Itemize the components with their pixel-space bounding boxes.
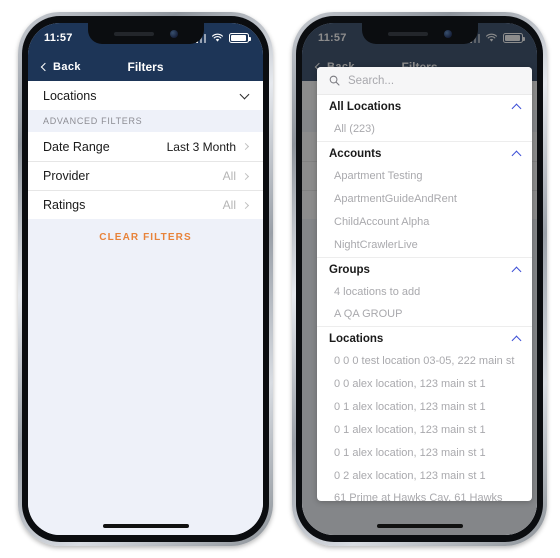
list-item[interactable]: 0 1 alex location, 123 main st 1 — [317, 419, 532, 442]
group-header-all-locations[interactable]: All Locations — [317, 95, 532, 118]
filter-row-date-range[interactable]: Date Range Last 3 Month — [28, 132, 263, 161]
right-phone-screen: 11:57 Back — [302, 23, 537, 535]
list-item[interactable]: Apartment Testing — [317, 165, 532, 188]
filter-value: Last 3 Month — [166, 139, 236, 154]
group-header-locations[interactable]: Locations — [317, 326, 532, 350]
notch — [361, 23, 478, 44]
list-item[interactable]: 0 2 alex location, 123 main st 1 — [317, 465, 532, 488]
locations-dropdown-label: Locations — [43, 88, 97, 103]
list-item[interactable]: 0 0 alex location, 123 main st 1 — [317, 373, 532, 396]
front-camera-icon — [169, 29, 178, 38]
chevron-up-icon — [511, 150, 522, 161]
filter-row-provider[interactable]: Provider All — [28, 161, 263, 190]
list-item[interactable]: ChildAccount Alpha — [317, 211, 532, 234]
chevron-left-icon — [40, 62, 50, 72]
clear-filters-button[interactable]: CLEAR FILTERS — [99, 232, 191, 243]
list-item[interactable]: 61 Prime at Hawks Cay, 61 Hawks Cay Boul… — [317, 487, 532, 501]
home-indicator — [102, 524, 189, 528]
group-title: Locations — [329, 333, 384, 346]
front-camera-icon — [443, 29, 452, 38]
list-item[interactable]: NightCrawlerLive — [317, 234, 532, 257]
search-input[interactable] — [348, 74, 520, 87]
back-button-label: Back — [53, 61, 81, 73]
left-phone-bezel: 11:57 Back Filters Locations ADVANCED FI… — [22, 16, 269, 542]
left-phone-screen: 11:57 Back Filters Locations ADVANCED FI… — [28, 23, 263, 535]
chevron-down-icon — [239, 89, 250, 99]
filter-label: Date Range — [43, 139, 110, 154]
filter-label: Provider — [43, 169, 90, 183]
list-item[interactable]: All (223) — [317, 118, 532, 141]
list-item[interactable]: 4 locations to add — [317, 281, 532, 304]
chevron-up-icon — [511, 266, 522, 277]
home-indicator — [376, 524, 463, 528]
advanced-filters-header: ADVANCED FILTERS — [28, 110, 263, 132]
battery-icon — [229, 33, 251, 43]
filter-value: All — [222, 169, 236, 183]
group-title: All Locations — [329, 101, 402, 114]
clear-filters-wrap: CLEAR FILTERS — [28, 219, 263, 243]
back-button[interactable]: Back — [40, 61, 81, 73]
filter-value: All — [222, 198, 236, 212]
notch — [87, 23, 204, 44]
left-phone-frame: 11:57 Back Filters Locations ADVANCED FI… — [18, 12, 273, 546]
earpiece-speaker-icon — [387, 31, 428, 36]
wifi-icon — [211, 33, 224, 42]
search-icon — [329, 75, 340, 86]
locations-selector-modal: All Locations All (223) Accounts Apartme… — [317, 67, 532, 501]
list-item[interactable]: 0 1 alex location, 123 main st 1 — [317, 442, 532, 465]
nav-bar: Back Filters — [28, 53, 263, 81]
locations-list: All Locations All (223) Accounts Apartme… — [317, 95, 532, 501]
right-phone-frame: 11:57 Back — [292, 12, 547, 546]
list-item[interactable]: 0 1 alex location, 123 main st 1 — [317, 396, 532, 419]
list-item[interactable]: ApartmentGuideAndRent — [317, 188, 532, 211]
chevron-up-icon — [511, 103, 522, 114]
search-bar[interactable] — [317, 67, 532, 96]
list-item[interactable]: 0 0 0 test location 03-05, 222 main st — [317, 350, 532, 373]
group-title: Groups — [329, 263, 370, 276]
right-phone-bezel: 11:57 Back — [296, 16, 543, 542]
locations-dropdown-card: Locations — [28, 81, 263, 110]
chevron-up-icon — [511, 335, 522, 346]
status-time: 11:57 — [44, 32, 73, 44]
screenshot-stage: 11:57 Back Filters Locations ADVANCED FI… — [0, 0, 560, 558]
chevron-right-icon — [241, 201, 250, 209]
filters-body: Locations ADVANCED FILTERS Date Range La… — [28, 81, 263, 535]
chevron-right-icon — [241, 142, 250, 151]
filter-label: Ratings — [43, 198, 86, 212]
earpiece-speaker-icon — [113, 31, 154, 36]
group-title: Accounts — [329, 148, 382, 161]
list-item[interactable]: A QA GROUP — [317, 303, 532, 326]
chevron-right-icon — [241, 172, 250, 180]
advanced-filters-card: Date Range Last 3 Month Provider All Rat… — [28, 132, 263, 219]
locations-dropdown[interactable]: Locations — [28, 81, 263, 110]
group-header-accounts[interactable]: Accounts — [317, 141, 532, 165]
filter-row-ratings[interactable]: Ratings All — [28, 190, 263, 219]
group-header-groups[interactable]: Groups — [317, 256, 532, 281]
